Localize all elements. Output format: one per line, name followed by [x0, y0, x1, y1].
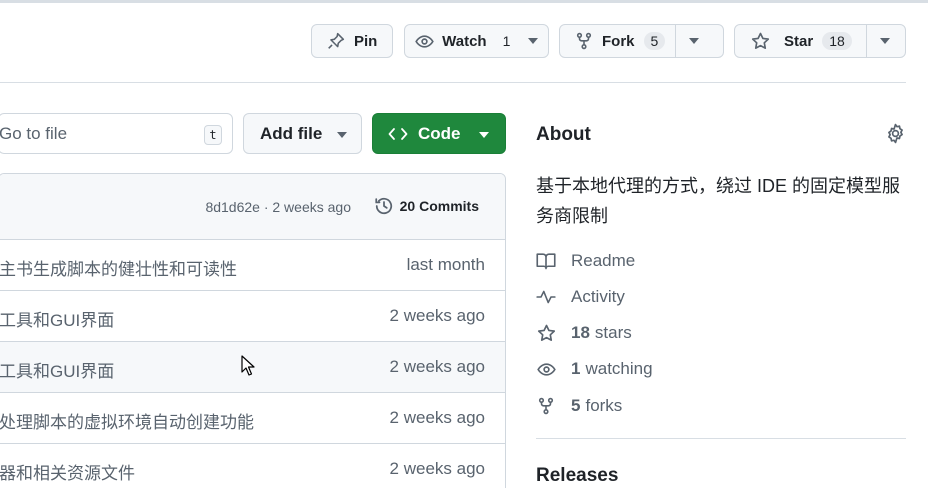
- chevron-down-icon: [479, 132, 489, 138]
- book-icon: [536, 252, 556, 270]
- repo-forked-icon: [536, 397, 556, 415]
- file-row[interactable]: 主书生成脚本的健壮性和可读性 last month: [0, 240, 505, 291]
- forks-label: forks: [585, 396, 623, 415]
- top-border: [0, 0, 928, 3]
- repo-description: 基于本地代理的方式，绕过 IDE 的固定模型服务商限制: [536, 176, 901, 226]
- readme-link[interactable]: Readme: [536, 251, 635, 271]
- commit-time: 2 weeks ago: [389, 357, 485, 376]
- header-divider: [0, 82, 906, 83]
- latest-commit-info[interactable]: 8d1d62e · 2 weeks ago: [205, 199, 351, 215]
- commit-time: last month: [406, 255, 485, 274]
- pin-icon: [326, 31, 346, 51]
- history-icon: [375, 197, 392, 215]
- code-label: Code: [418, 123, 461, 143]
- readme-label: Readme: [571, 251, 636, 270]
- add-file-button[interactable]: Add file: [243, 113, 362, 154]
- star-label: Star: [784, 32, 814, 50]
- file-listing: 8d1d62e · 2 weeks ago 20 Commits 主书生成脚本的…: [0, 173, 506, 488]
- stars-count: 18: [571, 323, 590, 342]
- chevron-down-icon: [879, 38, 890, 44]
- pin-button[interactable]: Pin: [311, 24, 393, 58]
- commits-label: 20 Commits: [399, 198, 479, 214]
- commit-message[interactable]: 主书生成脚本的健壮性和可读性: [0, 255, 237, 280]
- commit-time: 2 weeks ago: [389, 459, 485, 478]
- fork-dropdown[interactable]: [676, 25, 712, 57]
- stars-link[interactable]: 18 stars: [536, 323, 632, 343]
- pulse-icon: [536, 289, 556, 305]
- commits-link[interactable]: 20 Commits: [374, 196, 479, 216]
- file-row[interactable]: 器和相关资源文件 2 weeks ago: [0, 444, 505, 488]
- star-dropdown[interactable]: [867, 25, 903, 57]
- forks-count: 5: [571, 396, 581, 415]
- repo-forked-icon: [574, 31, 594, 51]
- go-to-file-input[interactable]: Go to file t: [0, 113, 233, 154]
- watch-dropdown[interactable]: [517, 25, 548, 57]
- fork-count: 5: [643, 32, 666, 50]
- watching-link[interactable]: 1 watching: [536, 359, 653, 379]
- gear-icon[interactable]: [885, 123, 906, 144]
- activity-link[interactable]: Activity: [536, 287, 625, 307]
- fork-button[interactable]: Fork 5: [559, 24, 724, 58]
- code-button[interactable]: Code: [372, 113, 506, 154]
- commit-message[interactable]: 工具和GUI界面: [0, 306, 114, 331]
- star-count: 18: [822, 32, 852, 50]
- stars-label: stars: [594, 323, 632, 342]
- about-heading: About: [536, 124, 591, 145]
- pin-label: Pin: [354, 32, 378, 50]
- code-icon: [388, 127, 408, 140]
- add-file-label: Add file: [260, 123, 323, 143]
- star-button[interactable]: Star 18: [734, 24, 906, 58]
- commit-message[interactable]: 处理脚本的虚拟环境自动创建功能: [0, 408, 254, 433]
- search-placeholder: Go to file: [0, 123, 68, 143]
- latest-commit-bar: 8d1d62e · 2 weeks ago 20 Commits: [0, 174, 505, 240]
- file-row[interactable]: 工具和GUI界面 2 weeks ago: [0, 291, 505, 342]
- watch-label: Watch: [442, 32, 487, 50]
- star-icon: [750, 31, 770, 51]
- commit-time: 2 weeks ago: [389, 408, 485, 427]
- chevron-down-icon: [337, 132, 347, 138]
- forks-text: 5 forks: [571, 396, 622, 416]
- watch-count: 1: [502, 33, 511, 49]
- chevron-down-icon: [689, 38, 700, 44]
- watch-button[interactable]: Watch 1: [404, 24, 549, 58]
- watching-label: watching: [585, 359, 653, 378]
- sidebar-divider: [536, 438, 906, 439]
- watching-count: 1: [571, 359, 581, 378]
- eye-icon: [536, 360, 556, 379]
- watching-text: 1 watching: [571, 359, 653, 379]
- commit-message[interactable]: 工具和GUI界面: [0, 357, 114, 382]
- keyboard-shortcut-hint: t: [204, 125, 222, 145]
- stars-text: 18 stars: [571, 323, 632, 343]
- releases-heading[interactable]: Releases: [536, 465, 618, 487]
- activity-label: Activity: [571, 287, 625, 306]
- star-icon: [536, 324, 556, 343]
- mouse-cursor-icon: [241, 355, 255, 376]
- chevron-down-icon: [527, 38, 538, 44]
- commit-time: 2 weeks ago: [389, 306, 485, 325]
- fork-label: Fork: [602, 32, 635, 50]
- commit-message[interactable]: 器和相关资源文件: [0, 459, 135, 484]
- forks-link[interactable]: 5 forks: [536, 396, 622, 416]
- file-row[interactable]: 处理脚本的虚拟环境自动创建功能 2 weeks ago: [0, 393, 505, 444]
- eye-icon: [415, 31, 434, 51]
